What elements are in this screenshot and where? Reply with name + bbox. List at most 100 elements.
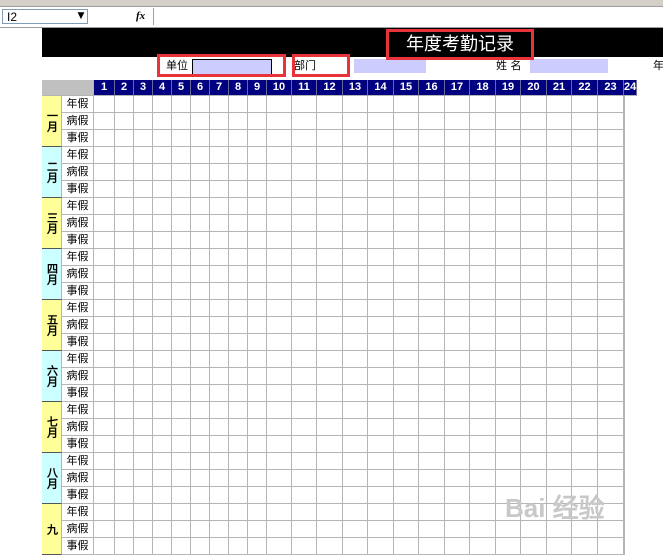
attendance-cell[interactable]: [624, 317, 625, 334]
attendance-cell[interactable]: [134, 436, 153, 453]
attendance-cell[interactable]: [115, 351, 134, 368]
attendance-cell[interactable]: [547, 419, 572, 436]
attendance-cell[interactable]: [521, 283, 547, 300]
attendance-cell[interactable]: [248, 147, 267, 164]
attendance-cell[interactable]: [521, 113, 547, 130]
attendance-cell[interactable]: [248, 402, 267, 419]
attendance-cell[interactable]: [598, 198, 624, 215]
attendance-cell[interactable]: [172, 198, 191, 215]
attendance-cell[interactable]: [248, 351, 267, 368]
attendance-cell[interactable]: [470, 538, 496, 555]
attendance-cell[interactable]: [94, 283, 115, 300]
attendance-cell[interactable]: [572, 317, 598, 334]
attendance-cell[interactable]: [229, 198, 248, 215]
attendance-cell[interactable]: [248, 164, 267, 181]
attendance-cell[interactable]: [445, 487, 470, 504]
attendance-cell[interactable]: [547, 266, 572, 283]
attendance-cell[interactable]: [394, 470, 419, 487]
attendance-cell[interactable]: [419, 436, 445, 453]
attendance-cell[interactable]: [229, 521, 248, 538]
attendance-cell[interactable]: [521, 385, 547, 402]
attendance-cell[interactable]: [191, 147, 210, 164]
attendance-cell[interactable]: [210, 113, 229, 130]
attendance-cell[interactable]: [210, 232, 229, 249]
attendance-cell[interactable]: [292, 453, 317, 470]
attendance-cell[interactable]: [368, 198, 394, 215]
attendance-cell[interactable]: [317, 164, 343, 181]
attendance-cell[interactable]: [191, 368, 210, 385]
attendance-cell[interactable]: [153, 317, 172, 334]
attendance-cell[interactable]: [229, 96, 248, 113]
attendance-cell[interactable]: [229, 317, 248, 334]
attendance-cell[interactable]: [94, 96, 115, 113]
attendance-cell[interactable]: [394, 215, 419, 232]
attendance-cell[interactable]: [248, 283, 267, 300]
attendance-cell[interactable]: [292, 538, 317, 555]
attendance-cell[interactable]: [419, 130, 445, 147]
attendance-cell[interactable]: [394, 232, 419, 249]
attendance-cell[interactable]: [572, 266, 598, 283]
attendance-cell[interactable]: [134, 470, 153, 487]
attendance-cell[interactable]: [229, 504, 248, 521]
attendance-cell[interactable]: [394, 368, 419, 385]
attendance-cell[interactable]: [94, 130, 115, 147]
attendance-cell[interactable]: [445, 385, 470, 402]
attendance-cell[interactable]: [572, 283, 598, 300]
attendance-cell[interactable]: [248, 368, 267, 385]
attendance-cell[interactable]: [94, 164, 115, 181]
attendance-cell[interactable]: [248, 96, 267, 113]
attendance-cell[interactable]: [172, 96, 191, 113]
attendance-cell[interactable]: [445, 215, 470, 232]
attendance-cell[interactable]: [419, 317, 445, 334]
attendance-cell[interactable]: [229, 249, 248, 266]
attendance-cell[interactable]: [210, 419, 229, 436]
attendance-cell[interactable]: [153, 470, 172, 487]
attendance-cell[interactable]: [134, 317, 153, 334]
attendance-cell[interactable]: [172, 351, 191, 368]
attendance-cell[interactable]: [624, 402, 625, 419]
attendance-cell[interactable]: [172, 504, 191, 521]
attendance-cell[interactable]: [470, 130, 496, 147]
attendance-cell[interactable]: [470, 249, 496, 266]
attendance-cell[interactable]: [521, 402, 547, 419]
attendance-cell[interactable]: [94, 436, 115, 453]
attendance-cell[interactable]: [368, 402, 394, 419]
attendance-cell[interactable]: [267, 385, 292, 402]
attendance-cell[interactable]: [343, 504, 368, 521]
attendance-cell[interactable]: [191, 96, 210, 113]
attendance-cell[interactable]: [292, 470, 317, 487]
attendance-cell[interactable]: [470, 521, 496, 538]
attendance-cell[interactable]: [343, 368, 368, 385]
attendance-cell[interactable]: [229, 419, 248, 436]
attendance-cell[interactable]: [229, 164, 248, 181]
attendance-cell[interactable]: [115, 249, 134, 266]
attendance-cell[interactable]: [624, 351, 625, 368]
attendance-cell[interactable]: [368, 283, 394, 300]
attendance-cell[interactable]: [368, 300, 394, 317]
attendance-cell[interactable]: [191, 232, 210, 249]
attendance-cell[interactable]: [445, 351, 470, 368]
attendance-cell[interactable]: [317, 385, 343, 402]
attendance-cell[interactable]: [521, 419, 547, 436]
attendance-cell[interactable]: [153, 249, 172, 266]
attendance-cell[interactable]: [292, 232, 317, 249]
attendance-cell[interactable]: [134, 249, 153, 266]
attendance-cell[interactable]: [419, 147, 445, 164]
attendance-cell[interactable]: [115, 130, 134, 147]
attendance-cell[interactable]: [368, 470, 394, 487]
attendance-cell[interactable]: [547, 351, 572, 368]
attendance-cell[interactable]: [248, 334, 267, 351]
attendance-cell[interactable]: [210, 317, 229, 334]
attendance-cell[interactable]: [229, 266, 248, 283]
attendance-cell[interactable]: [317, 249, 343, 266]
attendance-cell[interactable]: [153, 419, 172, 436]
attendance-cell[interactable]: [191, 436, 210, 453]
attendance-cell[interactable]: [572, 334, 598, 351]
attendance-cell[interactable]: [115, 436, 134, 453]
attendance-cell[interactable]: [394, 266, 419, 283]
attendance-cell[interactable]: [172, 164, 191, 181]
attendance-cell[interactable]: [624, 487, 625, 504]
attendance-cell[interactable]: [496, 317, 521, 334]
attendance-cell[interactable]: [496, 334, 521, 351]
attendance-cell[interactable]: [267, 487, 292, 504]
